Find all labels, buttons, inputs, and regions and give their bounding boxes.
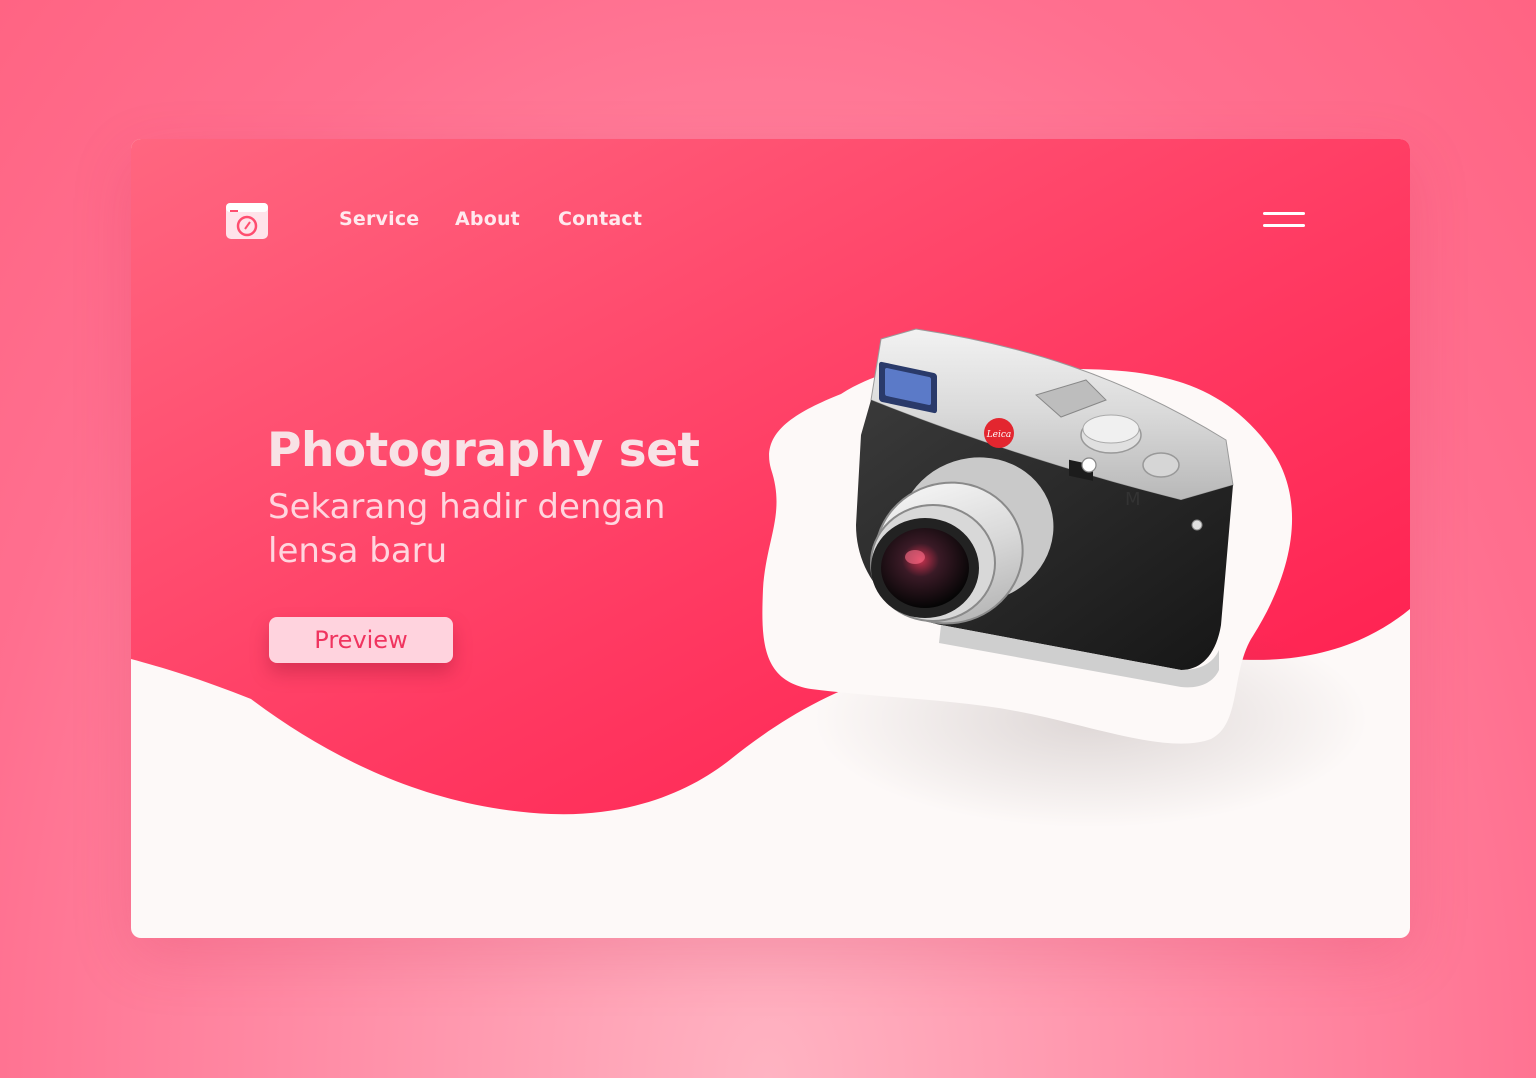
camera-photo: Leica M [856,328,1234,688]
preview-button[interactable]: Preview [269,617,453,663]
svg-text:M: M [1125,489,1141,510]
hero-title: Photography set [267,423,700,478]
nav-about[interactable]: About [455,208,520,234]
hamburger-menu-icon[interactable] [1259,207,1309,233]
svg-text:Leica: Leica [986,430,1012,440]
hero-subtitle: Sekarang hadir dengan lensa baru [268,487,666,571]
camera-logo-icon[interactable] [225,201,269,241]
nav-service[interactable]: Service [339,208,419,234]
nav-contact[interactable]: Contact [558,208,642,234]
menu-line [1263,212,1305,215]
menu-line [1263,224,1305,227]
landing-card: Service About Contact Photography set Se… [131,139,1410,938]
